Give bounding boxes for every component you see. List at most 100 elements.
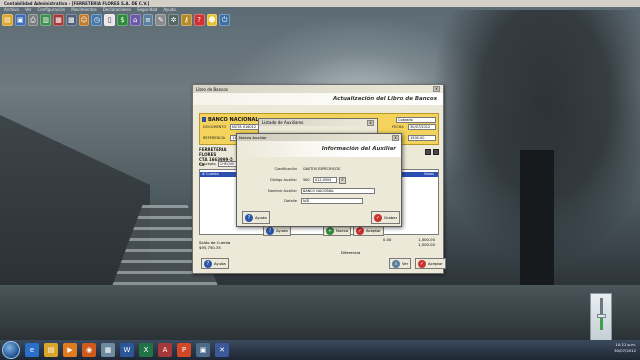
book-icon[interactable]: ▦ (53, 14, 64, 26)
libro-window-title: Libro de Bancos (196, 86, 228, 92)
menu-archivo[interactable]: Archivo (4, 7, 19, 12)
menu-ayuda[interactable]: Ayuda (163, 7, 175, 12)
dialog-header: Información del Auxiliar (237, 141, 401, 157)
check-icon: ✓ (374, 213, 382, 222)
menu-movimientos[interactable]: Movimientos (71, 7, 96, 12)
bank-logo-icon (202, 117, 206, 122)
grid-flag: Nulos (424, 172, 434, 176)
close-icon[interactable]: x (367, 119, 374, 126)
aceptar-button[interactable]: ✓ Aceptar (415, 258, 446, 269)
ver-label: Ver (402, 261, 409, 266)
volume-knob[interactable] (597, 313, 606, 318)
help-icon: ? (266, 226, 274, 235)
wallpaper-water (0, 285, 640, 340)
folder-icon[interactable]: ▤ (2, 14, 13, 26)
dialog-titlebar[interactable]: Nuevo Auxiliar x (237, 134, 401, 141)
grabar-label: Grabar (384, 215, 398, 220)
money-icon[interactable]: $ (117, 14, 128, 26)
clock-icon[interactable]: ◷ (91, 14, 103, 26)
clasificacion-label: Clasificación (274, 167, 297, 171)
fecha-field[interactable]: 30/07/2012 (408, 124, 436, 130)
user-icon[interactable]: ☺ (78, 14, 90, 26)
aceptar-label: Aceptar (428, 261, 443, 266)
nombre-field[interactable]: BANCO NACIONAL (301, 188, 375, 194)
help-icon: ? (204, 259, 212, 268)
clasificacion-field[interactable]: GASTOS ESPECIFICOS (301, 166, 373, 172)
close-icon[interactable]: x (392, 134, 399, 141)
help-icon[interactable]: ? (193, 14, 205, 26)
menu-seguridad[interactable]: Seguridad (137, 7, 157, 12)
volume-slider[interactable] (590, 293, 612, 341)
app-icon[interactable]: ▣ (196, 343, 210, 357)
save-icon[interactable]: ▣ (14, 14, 26, 26)
exit-icon[interactable]: ⏻ (219, 14, 231, 26)
total-value-2: 1,500.00 (418, 242, 435, 247)
documento-field[interactable]: NOTA 016012 (230, 124, 260, 130)
dialog-window-title: Nuevo Auxiliar (239, 135, 267, 140)
nuevo-label: Nuevo (336, 228, 349, 233)
fecha-label: FECHA (392, 125, 404, 129)
calc-icon[interactable]: ▩ (65, 14, 77, 26)
libro-titlebar[interactable]: Libro de Bancos x (193, 85, 443, 93)
ie-icon[interactable]: e (25, 343, 39, 357)
grid-row-label: # Cuenta (202, 172, 219, 176)
close-icon[interactable]: x (433, 86, 440, 92)
app-toolbar: ▤ ▣ ⎙ ▥ ▦ ▩ ☺ ◷ ▯ $ ⌂ ≡ ✎ ✲ ⚷ ? ☻ ⏻ (0, 13, 231, 27)
chart-icon[interactable]: ▥ (40, 14, 52, 26)
doc-icon[interactable]: ▯ (104, 14, 116, 26)
system-tray[interactable]: 10:21 p.m. 30/07/2012 (614, 342, 636, 354)
detalle-field[interactable]: N/D (301, 198, 363, 204)
menu-configuracion[interactable]: Configuración (37, 7, 65, 12)
access-icon[interactable]: A (158, 343, 172, 357)
ver-button[interactable]: ⌕ Ver (389, 258, 412, 269)
saldo-block: Saldo de Cuenta $95,750.35 (199, 240, 230, 250)
listado-auxiliares-window: Listado de Auxiliares x (258, 118, 378, 134)
ayuda-label: Ayuda (214, 261, 226, 266)
empresa-name: FERRETERIA FLORES (199, 147, 227, 157)
listado-titlebar[interactable]: Listado de Auxiliares x (259, 119, 377, 126)
clock-date: 30/07/2012 (614, 348, 636, 353)
grabar-button[interactable]: ✓ Grabar (371, 211, 401, 224)
calculator-icon[interactable] (425, 149, 431, 155)
search-icon[interactable]: ⌕ (339, 177, 346, 184)
side-icons (425, 149, 439, 155)
codigo-label: Código Auxiliar (269, 178, 297, 182)
bank-name: BANCO NACIONAL (208, 117, 259, 123)
dialog-ayuda-button[interactable]: ? Ayuda (242, 211, 270, 224)
key-icon[interactable]: ⚷ (180, 14, 192, 26)
calc-icon[interactable]: ▦ (101, 343, 115, 357)
print-icon[interactable]: ⎙ (27, 14, 39, 26)
menu-ver[interactable]: Ver (25, 7, 32, 12)
tools-icon[interactable]: ✎ (155, 14, 167, 26)
concepto-label: Concepto (199, 162, 216, 166)
codigo-field[interactable]: 012-0004 (313, 177, 337, 183)
start-button[interactable] (2, 341, 20, 359)
menu-declaraciones[interactable]: Declaraciones (103, 7, 131, 12)
detalle-label: Detalle (284, 199, 297, 203)
saldo-value: $95,750.35 (199, 245, 221, 250)
bank-icon[interactable]: ⌂ (129, 14, 141, 26)
gear-icon[interactable]: ✲ (168, 14, 179, 26)
ayuda-button[interactable]: ? Ayuda (201, 258, 229, 269)
listado-window-title: Listado de Auxiliares (262, 120, 304, 125)
diferencia-label: Diferencia (341, 250, 361, 255)
estatus-field[interactable]: Cobrado (396, 117, 436, 123)
word-icon[interactable]: W (120, 343, 134, 357)
folder-icon[interactable]: ▤ (44, 343, 58, 357)
check-icon: ✓ (418, 259, 426, 268)
list-icon[interactable]: ≡ (142, 14, 154, 26)
face-icon[interactable]: ☻ (206, 14, 218, 26)
ayuda-mid-label: Ayuda (276, 228, 288, 233)
magnifier-icon: ⌕ (392, 259, 400, 268)
powerpoint-icon[interactable]: P (177, 343, 191, 357)
firefox-icon[interactable]: ◉ (82, 343, 96, 357)
calendar-icon[interactable] (433, 149, 439, 155)
app-icon[interactable]: ✕ (215, 343, 229, 357)
app-title: Contabilidad Administrativa - [FERRETERI… (4, 1, 150, 6)
referencia-label: REFERENCIA (203, 136, 225, 140)
volume-level (600, 315, 603, 330)
media-icon[interactable]: ▶ (63, 343, 77, 357)
codigo-prefix-field[interactable]: 500 (301, 177, 311, 183)
monto-field[interactable]: 1500.00 (408, 135, 436, 141)
excel-icon[interactable]: X (139, 343, 153, 357)
